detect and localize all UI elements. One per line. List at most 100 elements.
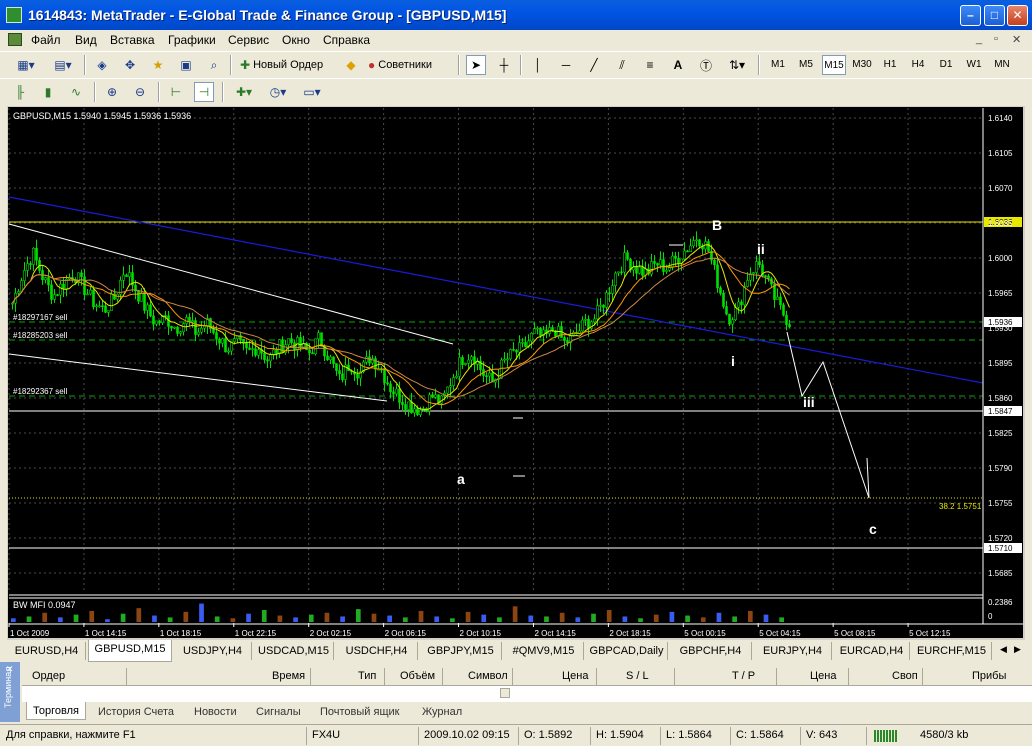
arrows-button[interactable]: ⇅▾	[724, 55, 750, 75]
trendline-button[interactable]: ╱	[584, 55, 604, 75]
price-chart[interactable]: 1.60361.58471.57101.5936#18297167 sell#1…	[7, 106, 1025, 640]
menu-window[interactable]: Окно	[282, 33, 310, 47]
menu-tools[interactable]: Сервис	[228, 33, 269, 47]
tab-usdchf-h4[interactable]: USDCHF,H4	[336, 642, 418, 660]
maximize-button[interactable]: □	[984, 5, 1005, 26]
experts-button[interactable]: ● Советники	[368, 55, 452, 75]
tab-news[interactable]: Новости	[194, 704, 237, 720]
col-tp[interactable]: T / P	[732, 670, 755, 682]
timeframe-h4[interactable]: H4	[906, 55, 930, 75]
col-time[interactable]: Время	[272, 670, 305, 682]
new-order-icon: ✚	[240, 58, 251, 72]
candle-body	[491, 372, 494, 383]
tab-signals[interactable]: Сигналы	[256, 704, 301, 720]
candle-chart-button[interactable]: ▮	[38, 82, 58, 102]
col-symbol[interactable]: Символ	[468, 670, 508, 682]
crosshair-tool-button[interactable]: ┼	[494, 55, 514, 75]
zoom-in-button[interactable]: ⊕	[102, 82, 122, 102]
timeframe-m5[interactable]: M5	[794, 55, 818, 75]
tabs-scroll-left-icon[interactable]: ◀	[1000, 644, 1007, 655]
tab-gbpusd-m15[interactable]: GBPUSD,M15	[88, 640, 172, 662]
tab-eurusd-h4[interactable]: EURUSD,H4	[8, 642, 86, 660]
terminal-close-icon[interactable]: ✕	[6, 664, 14, 675]
col-order[interactable]: Ордер	[32, 670, 65, 682]
col-profit[interactable]: Прибы	[972, 670, 1006, 682]
tab-gbpchf-h4[interactable]: GBPCHF,H4	[670, 642, 752, 660]
tab-gbpcad-daily[interactable]: GBPCAD,Daily	[586, 642, 668, 660]
tab-trade[interactable]: Торговля	[26, 702, 86, 720]
col-type[interactable]: Тип	[358, 670, 376, 682]
indicators-button[interactable]: ✚▾	[230, 82, 258, 102]
candle-body	[98, 305, 101, 308]
tab-usdcad-m15[interactable]: USDCAD,M15	[254, 642, 334, 660]
col-volume[interactable]: Объём	[400, 670, 435, 682]
tab-eurjpy-h4[interactable]: EURJPY,H4	[754, 642, 832, 660]
timeframe-d1[interactable]: D1	[934, 55, 958, 75]
tab-account-history[interactable]: История Счета	[98, 704, 174, 720]
timeframe-m1[interactable]: M1	[766, 55, 790, 75]
tab-journal[interactable]: Журнал	[422, 704, 462, 720]
terminal-orders-list[interactable]	[22, 686, 1032, 702]
vertical-line-button[interactable]: │	[528, 55, 548, 75]
terminal-panel: Терминал ✕ Ордер Время Тип Объём Символ …	[0, 662, 1032, 722]
horizontal-line-button[interactable]: ─	[556, 55, 576, 75]
navigator-button[interactable]: ✥	[120, 55, 140, 75]
tab-eurchf-m15[interactable]: EURCHF,M15	[912, 642, 992, 660]
menu-view[interactable]: Вид	[75, 33, 97, 47]
terminal-scroll-thumb[interactable]	[500, 688, 510, 698]
clock-icon: ◷▾	[269, 85, 287, 99]
timeframe-m15[interactable]: M15	[822, 55, 846, 75]
tab-gbpjpy-m15[interactable]: GBPJPY,M15	[420, 642, 502, 660]
profiles-button[interactable]: ▤▾	[48, 55, 78, 75]
templates-button[interactable]: ▭▾	[298, 82, 326, 102]
market-watch-button[interactable]: ◈	[92, 55, 112, 75]
chart-shift-button[interactable]: ⊣	[194, 82, 214, 102]
strategy-tester-button[interactable]: ⌕	[204, 55, 224, 75]
col-current-price[interactable]: Цена	[810, 670, 836, 682]
templates-icon: ▭▾	[303, 85, 321, 99]
mfi-bar	[261, 610, 267, 622]
favorites-button[interactable]: ★	[148, 55, 168, 75]
col-swap[interactable]: Своп	[892, 670, 918, 682]
text-label-button[interactable]: Ⓣ	[696, 55, 716, 75]
mdi-restore-button[interactable]: ▫	[994, 33, 998, 45]
tab-usdjpy-h4[interactable]: USDJPY,H4	[174, 642, 252, 660]
line-chart-button[interactable]: ∿	[66, 82, 86, 102]
mdi-minimize-button[interactable]: _	[976, 33, 982, 45]
periods-button[interactable]: ◷▾	[264, 82, 292, 102]
text-icon: A	[673, 58, 683, 72]
menu-help[interactable]: Справка	[323, 33, 370, 47]
tabs-scroll-right-icon[interactable]: ▶	[1014, 644, 1021, 655]
col-price[interactable]: Цена	[562, 670, 588, 682]
menu-file[interactable]: Файл	[31, 33, 61, 47]
time-tick-label: 2 Oct 02:15	[310, 629, 352, 638]
tab-qmv9-m15[interactable]: #QMV9,M15	[504, 642, 584, 660]
new-order-button[interactable]: ✚ Новый Ордер	[240, 55, 335, 75]
timeframe-w1[interactable]: W1	[962, 55, 986, 75]
timeframe-h1[interactable]: H1	[878, 55, 902, 75]
terminal-button[interactable]: ▣	[176, 55, 196, 75]
text-tool-button[interactable]: A	[668, 55, 688, 75]
candle-body	[26, 263, 29, 271]
menu-insert[interactable]: Вставка	[110, 33, 155, 47]
candle-body	[686, 250, 689, 253]
tab-eurcad-h4[interactable]: EURCAD,H4	[834, 642, 910, 660]
warning-button[interactable]: ◆	[342, 55, 360, 75]
fibonacci-button[interactable]: ≡	[640, 55, 660, 75]
cursor-tool-button[interactable]: ➤	[466, 55, 486, 75]
new-chart-button[interactable]: ▦▾	[10, 55, 42, 75]
auto-scroll-button[interactable]: ⊢	[166, 82, 186, 102]
zoom-out-button[interactable]: ⊖	[130, 82, 150, 102]
timeframe-m30[interactable]: M30	[850, 55, 874, 75]
tab-mailbox[interactable]: Почтовый ящик	[320, 704, 399, 720]
channel-button[interactable]: ⫽	[612, 55, 632, 75]
col-sl[interactable]: S / L	[626, 670, 649, 682]
mdi-close-button[interactable]: ✕	[1012, 33, 1021, 46]
candle-body	[467, 359, 470, 364]
menu-charts[interactable]: Графики	[168, 33, 216, 47]
minimize-button[interactable]: –	[960, 5, 981, 26]
bar-chart-button[interactable]: ╟	[10, 82, 30, 102]
close-button[interactable]: ✕	[1007, 5, 1028, 26]
timeframe-mn[interactable]: MN	[990, 55, 1014, 75]
candle-body	[20, 280, 23, 292]
